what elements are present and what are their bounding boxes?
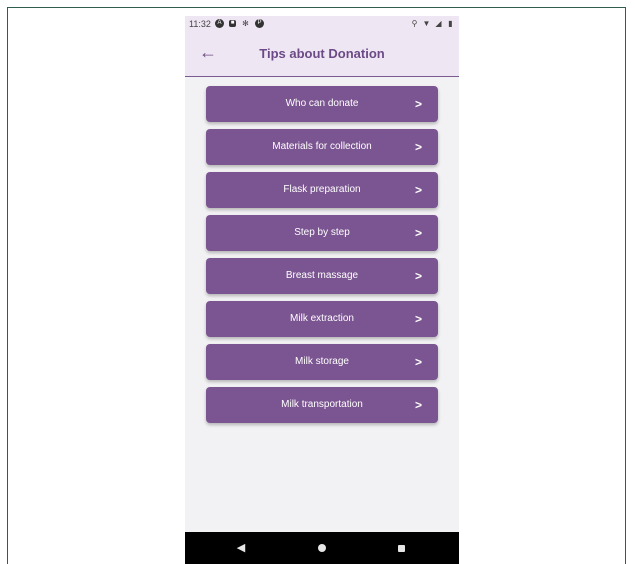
status-notification-icons: A ■ ✻ P (215, 19, 264, 28)
menu-item-milk-storage[interactable]: Milk storage > (206, 344, 438, 380)
tips-menu: Who can donate > Materials for collectio… (206, 86, 438, 430)
battery-icon: ▮ (448, 19, 453, 28)
location-icon: ⚲ (411, 19, 418, 28)
signal-icon: ◢ (435, 19, 442, 28)
status-time: 11:32 (189, 19, 211, 29)
menu-item-label: Flask preparation (283, 184, 361, 195)
menu-item-who-can-donate[interactable]: Who can donate > (206, 86, 438, 122)
menu-item-label: Milk transportation (281, 399, 363, 410)
app-bar: ← Tips about Donation (185, 34, 459, 77)
back-triangle-icon[interactable]: ◀ (226, 532, 256, 564)
system-nav-bar: ◀ (185, 532, 459, 564)
p-icon: P (255, 19, 264, 28)
chevron-right-icon: > (414, 398, 422, 412)
a-icon: A (215, 19, 224, 28)
wifi-icon: ▼ (422, 19, 431, 28)
menu-item-materials-for-collection[interactable]: Materials for collection > (206, 129, 438, 165)
status-bar: 11:32 A ■ ✻ P ⚲ ▼ ◢ ▮ (185, 16, 459, 34)
chevron-right-icon: > (414, 226, 422, 240)
menu-item-breast-massage[interactable]: Breast massage > (206, 258, 438, 294)
chevron-right-icon: > (414, 183, 422, 197)
menu-item-label: Step by step (294, 227, 350, 238)
square-notification-icon: ■ (229, 20, 236, 27)
settings-gear-icon: ✻ (242, 19, 249, 28)
menu-item-milk-extraction[interactable]: Milk extraction > (206, 301, 438, 337)
chevron-right-icon: > (414, 140, 422, 154)
chevron-right-icon: > (414, 355, 422, 369)
menu-item-flask-preparation[interactable]: Flask preparation > (206, 172, 438, 208)
menu-item-label: Materials for collection (272, 141, 372, 152)
chevron-right-icon: > (414, 97, 422, 111)
recents-square-icon[interactable] (386, 532, 416, 564)
menu-item-label: Milk extraction (290, 313, 354, 324)
chevron-right-icon: > (414, 312, 422, 326)
status-system-icons: ⚲ ▼ ◢ ▮ (410, 19, 455, 28)
page-title: Tips about Donation (259, 46, 385, 61)
menu-item-label: Who can donate (285, 98, 359, 109)
chevron-right-icon: > (414, 269, 422, 283)
menu-item-label: Milk storage (295, 356, 349, 367)
menu-item-step-by-step[interactable]: Step by step > (206, 215, 438, 251)
home-circle-icon[interactable] (307, 532, 337, 564)
phone-screen: 11:32 A ■ ✻ P ⚲ ▼ ◢ ▮ ← Tips about Donat… (185, 16, 459, 564)
menu-item-milk-transportation[interactable]: Milk transportation > (206, 387, 438, 423)
menu-item-label: Breast massage (285, 270, 359, 281)
